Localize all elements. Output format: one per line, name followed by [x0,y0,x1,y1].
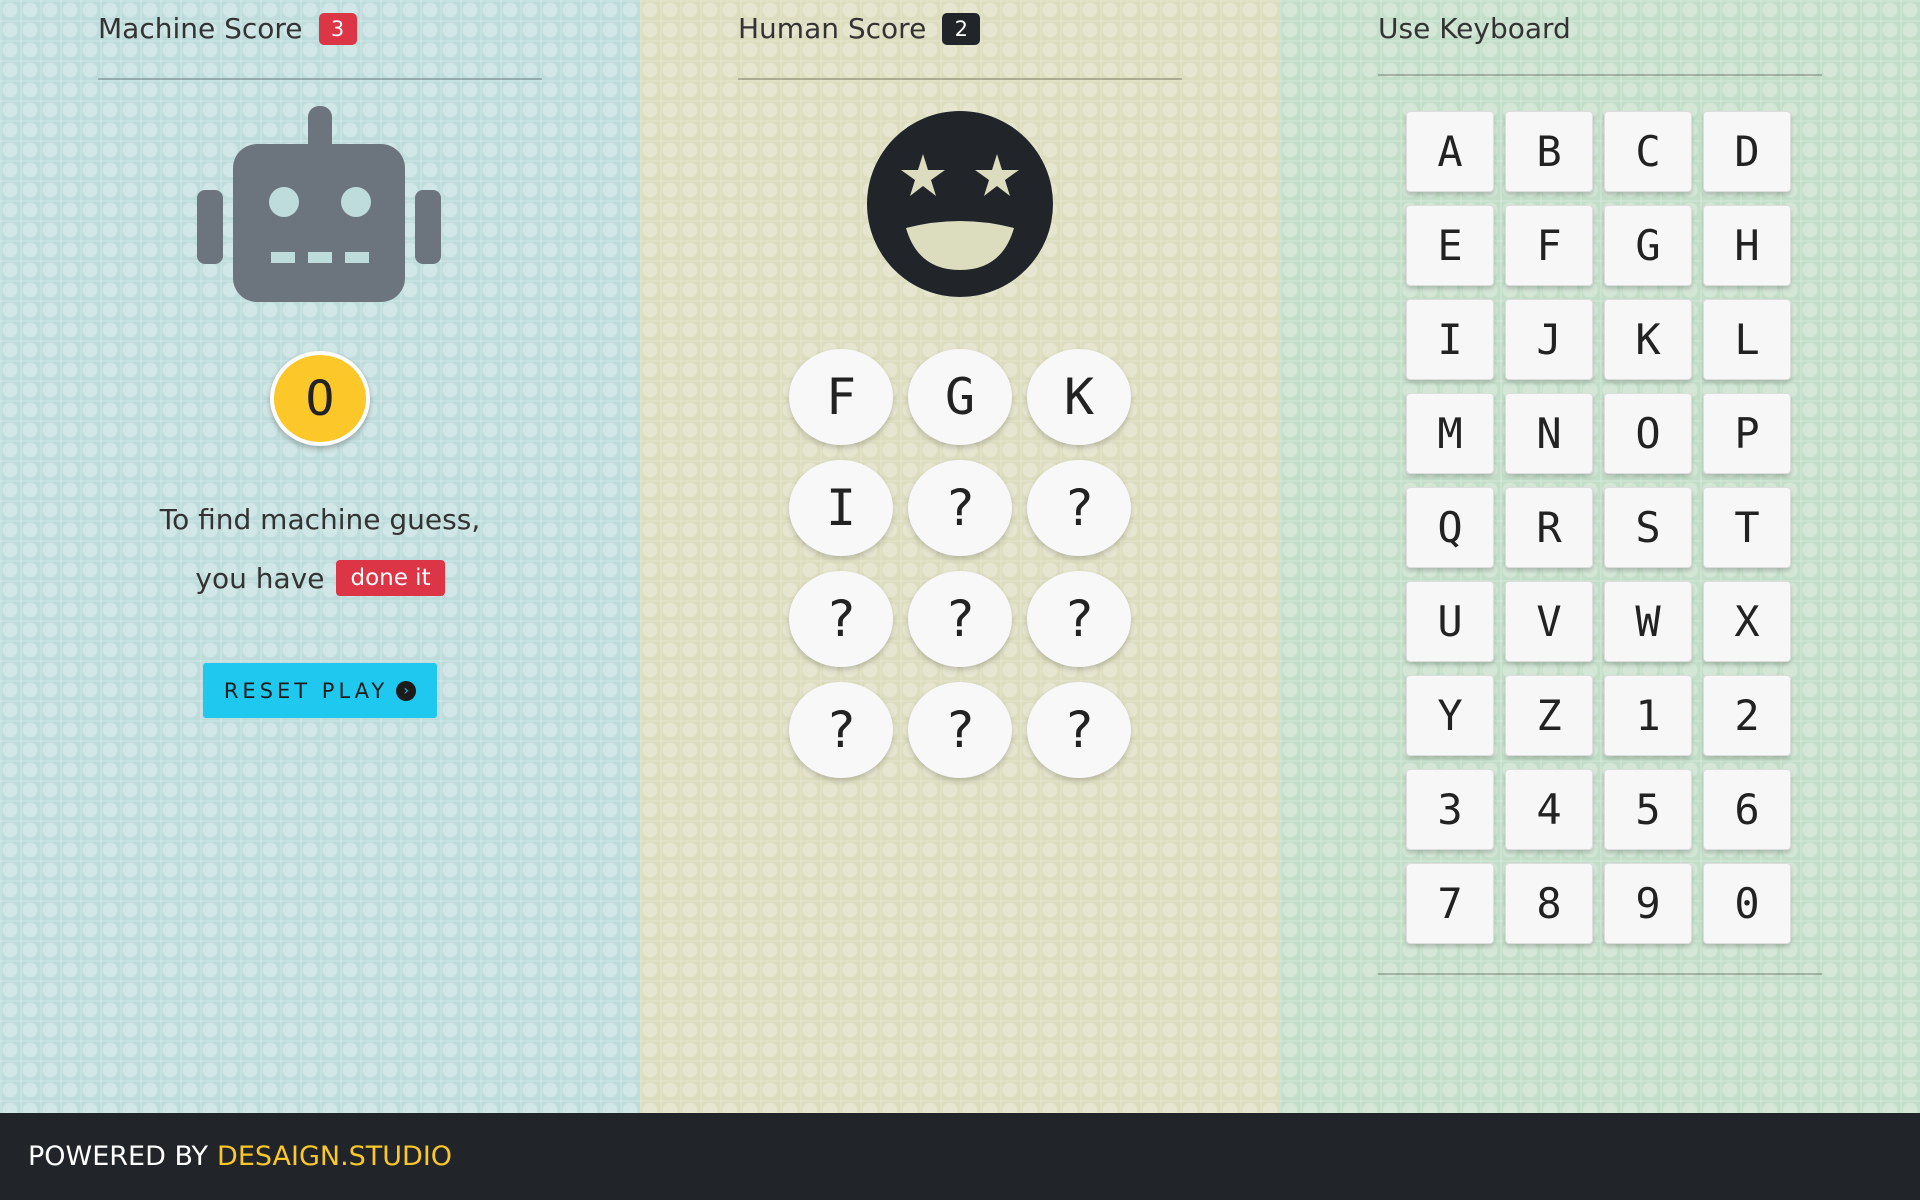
key-h[interactable]: H [1703,205,1791,286]
machine-message-line1: To find machine guess, [159,503,481,536]
on-screen-keyboard: A B C D E F G H I J K L M N O P Q R S T … [1406,111,1791,944]
guess-slot: F [789,349,893,445]
key-9[interactable]: 9 [1604,863,1692,944]
key-o[interactable]: O [1604,393,1692,474]
key-a[interactable]: A [1406,111,1494,192]
key-w[interactable]: W [1604,581,1692,662]
key-c[interactable]: C [1604,111,1692,192]
key-u[interactable]: U [1406,581,1494,662]
machine-divider [98,78,542,80]
key-j[interactable]: J [1505,299,1593,380]
keyboard-divider-bottom [1378,973,1822,975]
chevron-right-circle-icon: › [396,680,417,701]
key-8[interactable]: 8 [1505,863,1593,944]
reset-play-button[interactable]: RESET PLAY › [203,663,437,718]
key-t[interactable]: T [1703,487,1791,568]
key-4[interactable]: 4 [1505,769,1593,850]
guess-slot: ? [908,460,1012,556]
key-7[interactable]: 7 [1406,863,1494,944]
key-m[interactable]: M [1406,393,1494,474]
key-b[interactable]: B [1505,111,1593,192]
key-n[interactable]: N [1505,393,1593,474]
key-x[interactable]: X [1703,581,1791,662]
guess-slot: ? [789,571,893,667]
machine-message-line2: you have done it [0,560,640,596]
key-5[interactable]: 5 [1604,769,1692,850]
machine-message-text: you have [195,561,325,595]
guess-slot: ? [1027,571,1131,667]
key-6[interactable]: 6 [1703,769,1791,850]
key-3[interactable]: 3 [1406,769,1494,850]
machine-score-header: Machine Score 3 [98,12,357,45]
guess-slot: ? [908,682,1012,778]
key-s[interactable]: S [1604,487,1692,568]
human-score-label: Human Score [738,12,927,45]
machine-score-label: Machine Score [98,12,303,45]
guess-slot: ? [789,682,893,778]
machine-score-badge: 3 [318,12,357,45]
human-guess-grid: F G K I ? ? ? ? ? ? ? ? [789,349,1131,793]
key-e[interactable]: E [1406,205,1494,286]
status-badge: done it [336,560,445,596]
key-z[interactable]: Z [1505,675,1593,756]
robot-icon [197,106,441,302]
reset-play-label: RESET PLAY [223,678,389,703]
key-d[interactable]: D [1703,111,1791,192]
key-q[interactable]: Q [1406,487,1494,568]
key-r[interactable]: R [1505,487,1593,568]
key-2[interactable]: 2 [1703,675,1791,756]
key-k[interactable]: K [1604,299,1692,380]
guess-slot: G [908,349,1012,445]
guess-slot: ? [908,571,1012,667]
guess-slot: I [789,460,893,556]
key-p[interactable]: P [1703,393,1791,474]
footer: POWERED BY DESAIGN.STUDIO [0,1113,1920,1200]
human-divider [738,78,1182,80]
guess-slot: K [1027,349,1131,445]
keyboard-divider-top [1378,74,1822,76]
key-0[interactable]: 0 [1703,863,1791,944]
human-score-header: Human Score 2 [738,12,981,45]
human-score-badge: 2 [942,12,981,45]
key-f[interactable]: F [1505,205,1593,286]
guess-slot: ? [1027,682,1131,778]
keyboard-title: Use Keyboard [1378,12,1571,45]
key-v[interactable]: V [1505,581,1593,662]
key-y[interactable]: Y [1406,675,1494,756]
key-g[interactable]: G [1604,205,1692,286]
keyboard-header: Use Keyboard [1378,12,1587,45]
key-1[interactable]: 1 [1604,675,1692,756]
machine-guess: O [270,351,370,446]
key-l[interactable]: L [1703,299,1791,380]
guess-slot: ? [1027,460,1131,556]
grin-stars-icon [867,111,1053,297]
machine-panel: Machine Score 3 O To find machine guess,… [0,0,640,1113]
brand-link[interactable]: DESAIGN.STUDIO [217,1141,452,1172]
powered-by-text: POWERED BY [28,1141,209,1172]
key-i[interactable]: I [1406,299,1494,380]
